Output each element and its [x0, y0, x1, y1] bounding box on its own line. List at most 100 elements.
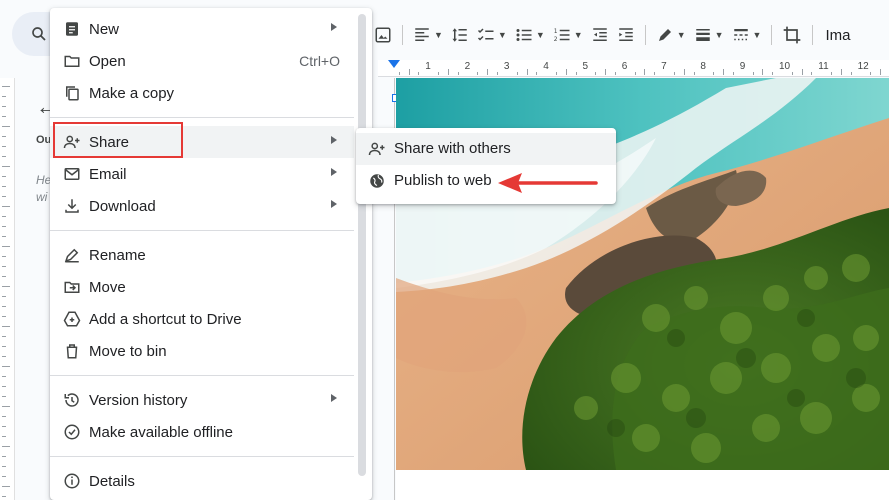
ruler-tick: [2, 376, 6, 377]
horizontal-ruler[interactable]: 1 2 3 4 5 6 7 8 9 10 11 12: [378, 60, 889, 77]
crop-button[interactable]: [778, 22, 806, 48]
page-body[interactable]: [396, 470, 889, 500]
submenu-arrow-icon: [331, 136, 337, 144]
ruler-tick: [2, 96, 6, 97]
menu-item-email[interactable]: Email: [50, 158, 354, 190]
image-options-button[interactable]: Ima: [825, 27, 850, 44]
toolbar-icons: ▼ ▼ ▼ 1 2 ▼ ▼ ▼ ▼ Ima: [370, 22, 850, 48]
bulleted-list-button[interactable]: ▼: [511, 22, 549, 48]
ruler-tick: [2, 356, 6, 357]
ruler-tick: [2, 206, 10, 207]
ruler-tick: [2, 496, 6, 497]
menu-item-open[interactable]: Open Ctrl+O: [50, 45, 354, 77]
menu-item-details[interactable]: Details: [50, 465, 354, 497]
border-color-button[interactable]: ▼: [652, 22, 690, 48]
ruler-number: 7: [661, 61, 667, 72]
ruler-tick: [2, 466, 6, 467]
ruler-tick: [2, 106, 6, 107]
line-spacing-button[interactable]: [447, 22, 473, 48]
vertical-ruler[interactable]: [0, 78, 15, 500]
checklist-icon: [477, 28, 494, 41]
email-icon: [63, 165, 81, 183]
ruler-tick: [408, 69, 410, 75]
menu-divider: [50, 117, 354, 118]
ruler-tick: [438, 72, 440, 75]
toolbar-divider: [402, 25, 403, 45]
ruler-tick: [2, 346, 6, 347]
ruler-tick: [418, 72, 420, 75]
ruler-tick: [772, 72, 774, 75]
submenu-item-share-with-others[interactable]: Share with others: [356, 133, 616, 165]
align-button[interactable]: ▼: [409, 22, 447, 48]
ruler-tick: [831, 72, 833, 75]
border-weight-icon: [695, 29, 710, 41]
menu-item-move[interactable]: Move: [50, 271, 354, 303]
file-menu: New Open Ctrl+O Make a copy Share Email Downlo…: [50, 8, 372, 500]
ruler-tick: [2, 476, 6, 477]
decrease-indent-button[interactable]: [587, 22, 613, 48]
add-person-icon: [368, 140, 386, 158]
globe-icon: [368, 172, 386, 190]
chevron-down-icon: ▼: [676, 30, 686, 40]
menu-item-label: Details: [89, 472, 135, 490]
offline-icon: [63, 423, 81, 441]
chevron-down-icon: ▼: [752, 30, 762, 40]
ruler-tick: [2, 256, 6, 257]
menu-item-make-a-copy[interactable]: Make a copy: [50, 77, 354, 109]
ruler-tick: [2, 236, 6, 237]
indent-marker[interactable]: [388, 60, 400, 68]
menu-item-move-to-bin[interactable]: Move to bin: [50, 335, 354, 367]
history-icon: [63, 391, 81, 409]
ruler-tick: [850, 72, 852, 75]
menu-item-label: Add a shortcut to Drive: [89, 310, 242, 328]
chevron-down-icon: ▼: [535, 30, 545, 40]
bin-icon: [63, 342, 81, 360]
menu-item-version-history[interactable]: Version history: [50, 384, 354, 416]
insert-image-button[interactable]: [370, 22, 396, 48]
numbered-list-icon: 12: [554, 28, 570, 43]
submenu-item-label: Publish to web: [394, 172, 492, 189]
ruler-tick: [2, 286, 10, 287]
menu-scrollbar[interactable]: [358, 14, 366, 476]
menu-item-label: Make a copy: [89, 84, 175, 102]
toolbar-divider: [771, 25, 773, 45]
share-highlight-box: [53, 122, 183, 158]
menu-item-label: Move: [89, 278, 126, 296]
ruler-tick: [2, 126, 10, 127]
ruler-tick: [2, 336, 6, 337]
checklist-button[interactable]: ▼: [473, 22, 511, 48]
ruler-tick: [2, 436, 6, 437]
submenu-arrow-icon: [331, 200, 337, 208]
border-weight-button[interactable]: ▼: [690, 22, 728, 48]
ruler-tick: [2, 166, 10, 167]
move-icon: [63, 278, 81, 296]
menu-item-label: Rename: [89, 246, 146, 264]
ruler-tick: [2, 366, 10, 367]
bulleted-list-icon: [516, 29, 532, 41]
ruler-tick: [605, 69, 607, 75]
ruler-tick: [526, 69, 528, 75]
chevron-down-icon: ▼: [714, 30, 724, 40]
ruler-tick: [2, 396, 6, 397]
menu-item-add-a-shortcut-to-drive[interactable]: Add a shortcut to Drive: [50, 303, 354, 335]
menu-divider: [50, 375, 354, 376]
ruler-tick: [2, 186, 6, 187]
menu-divider: [50, 456, 354, 457]
align-icon: [415, 28, 429, 41]
border-dash-button[interactable]: ▼: [728, 22, 766, 48]
menu-item-download[interactable]: Download: [50, 190, 354, 222]
ruler-tick: [870, 72, 872, 75]
increase-indent-button[interactable]: [613, 22, 639, 48]
submenu-item-label: Share with others: [394, 140, 511, 157]
numbered-list-button[interactable]: 1 2 ▼: [549, 22, 587, 48]
ruler-tick: [575, 72, 577, 75]
ruler-tick: [2, 426, 6, 427]
line-spacing-icon: [452, 28, 467, 42]
ruler-tick: [2, 276, 6, 277]
ruler-tick: [2, 86, 10, 87]
ruler-tick: [801, 69, 803, 75]
menu-item-make-available-offline[interactable]: Make available offline: [50, 416, 354, 448]
menu-item-rename[interactable]: Rename: [50, 239, 354, 271]
ruler-number: 9: [739, 61, 746, 72]
menu-item-new[interactable]: New: [50, 13, 354, 45]
